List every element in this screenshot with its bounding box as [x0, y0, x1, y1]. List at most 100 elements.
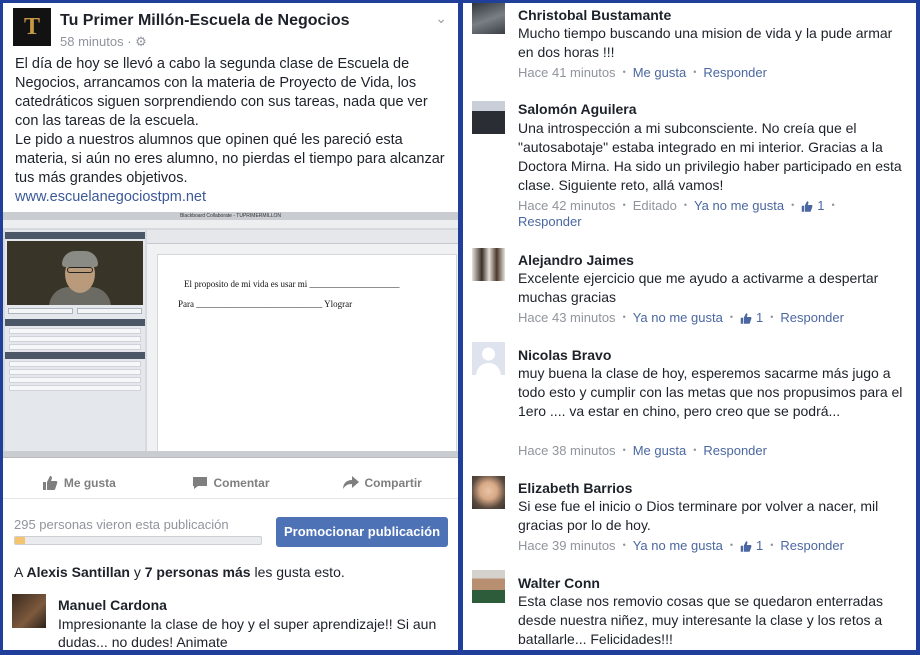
- likes-suffix: les gusta esto.: [250, 564, 345, 580]
- comment-like-link[interactable]: Me gusta: [633, 65, 686, 80]
- avatar[interactable]: [472, 342, 505, 375]
- promo-box: 295 personas vieron esta publicación Pro…: [14, 514, 459, 552]
- comment-time[interactable]: Hace 39 minutos: [518, 538, 616, 553]
- post-time-label[interactable]: 58 minutos: [60, 34, 124, 49]
- like-count: 1: [755, 538, 764, 553]
- avatar[interactable]: [472, 3, 505, 34]
- comment-unlike-link[interactable]: Ya no me gusta: [633, 538, 723, 553]
- comment-reply-link[interactable]: Responder: [518, 214, 582, 229]
- commenter-name[interactable]: Elizabeth Barrios: [518, 480, 632, 496]
- globe-icon: ⚙: [135, 34, 147, 49]
- likes-summary: A Alexis Santillan y 7 personas más les …: [14, 564, 345, 580]
- image-whiteboard-toolbar: [147, 230, 458, 244]
- comment-time[interactable]: Hace 42 minutos: [518, 198, 616, 213]
- post-actions: Me gusta Comentar Compartir: [3, 468, 458, 498]
- image-whiteboard-page: El proposito de mi vida es usar mi _____…: [157, 254, 457, 457]
- video-person-hair: [62, 251, 98, 267]
- likes-prefix: A: [14, 564, 27, 580]
- image-participants-header: [5, 319, 145, 326]
- image-menubar: [3, 220, 458, 228]
- image-whiteboard: El proposito de mi vida es usar mi _____…: [147, 230, 458, 457]
- comment-like-count[interactable]: 1: [740, 310, 763, 325]
- comment-like-count[interactable]: 1: [801, 198, 824, 213]
- share-icon: [342, 476, 359, 489]
- share-label: Compartir: [364, 476, 422, 490]
- comment-unlike-link[interactable]: Ya no me gusta: [694, 198, 784, 213]
- comments-panel: Christobal Bustamante Mucho tiempo busca…: [463, 3, 916, 650]
- image-statusbar: [3, 451, 458, 457]
- comment-text: Esta clase nos removio cosas que se qued…: [518, 593, 883, 647]
- comment-text: Si ese fue el inicio o Dios terminare po…: [518, 498, 879, 533]
- page-name[interactable]: Tu Primer Millón-Escuela de Negocios: [60, 12, 350, 30]
- thumbs-up-icon: [801, 201, 813, 212]
- comment-label: Comentar: [213, 476, 270, 490]
- image-participant-row: [9, 344, 141, 350]
- comment-meta: Hace 42 minutos • Editado • Ya no me gusta • 1…: [518, 198, 835, 229]
- comment-like-link[interactable]: Me gusta: [633, 443, 686, 458]
- whiteboard-line-2-suffix: Ylograr: [324, 299, 353, 309]
- reach-progress-fill: [15, 537, 25, 544]
- comment-meta: Hace 43 minutos • Ya no me gusta • 1 • Respond…: [518, 310, 844, 325]
- image-chat-row: [9, 369, 141, 375]
- image-chat-header: [5, 352, 145, 359]
- post-header: T Tu Primer Millón-Escuela de Negocios 5…: [13, 8, 453, 52]
- avatar[interactable]: [472, 101, 505, 134]
- promote-post-button[interactable]: Promocionar publicación: [276, 517, 448, 547]
- like-count: 1: [817, 198, 825, 213]
- comment-reply-link[interactable]: Responder: [780, 538, 844, 553]
- whiteboard-line-2-prefix: Para: [178, 299, 194, 309]
- comment-unlike-link[interactable]: Ya no me gusta: [633, 310, 723, 325]
- comment-text: Impresionante la clase de hoy y el super…: [58, 616, 437, 650]
- likes-others[interactable]: 7 personas más: [145, 564, 251, 580]
- comment-icon: [192, 477, 207, 489]
- post-link[interactable]: www.escuelanegociostpm.net: [15, 188, 451, 207]
- comment-reply-link[interactable]: Responder: [780, 310, 844, 325]
- avatar[interactable]: [472, 248, 505, 281]
- post-text: El día de hoy se llevó a cabo la segunda…: [15, 55, 451, 207]
- likes-mid: y: [129, 564, 145, 580]
- comment-reply-link[interactable]: Responder: [703, 65, 767, 80]
- video-person-glasses: [67, 267, 93, 273]
- reach-progress-bar: [14, 536, 262, 545]
- separator-dot: ·: [127, 34, 136, 49]
- comment-meta: Hace 38 minutos • Me gusta • Responder: [518, 443, 767, 458]
- page-avatar[interactable]: T: [13, 8, 51, 46]
- avatar[interactable]: [12, 594, 46, 628]
- divider: [3, 498, 458, 499]
- post-image[interactable]: Blackboard Collaborate - TUPRIMERMILLON …: [3, 212, 458, 458]
- thumbs-up-icon: [740, 541, 752, 552]
- whiteboard-line-2: Para ____________________________ Ylogra…: [178, 299, 353, 309]
- commenter-name[interactable]: Walter Conn: [518, 575, 600, 591]
- comment-meta: Hace 41 minutos • Me gusta • Responder: [518, 65, 767, 80]
- comment-edited[interactable]: Editado: [633, 198, 677, 213]
- like-button[interactable]: Me gusta: [3, 468, 155, 498]
- commenter-name[interactable]: Nicolas Bravo: [518, 347, 611, 363]
- chevron-down-icon[interactable]: ⌄: [435, 10, 447, 27]
- comment-button[interactable]: Comentar: [155, 468, 307, 498]
- image-participant-row: [9, 336, 141, 342]
- comment-time[interactable]: Hace 38 minutos: [518, 443, 616, 458]
- commenter-name[interactable]: Christobal Bustamante: [518, 7, 671, 23]
- comment-like-count[interactable]: 1: [740, 538, 763, 553]
- image-participant-row: [9, 328, 141, 334]
- post-time[interactable]: 58 minutos · ⚙: [60, 34, 147, 50]
- avatar[interactable]: [472, 570, 505, 603]
- avatar[interactable]: [472, 476, 505, 509]
- comment-time[interactable]: Hace 43 minutos: [518, 310, 616, 325]
- share-button[interactable]: Compartir: [306, 468, 458, 498]
- like-count: 1: [755, 310, 764, 325]
- commenter-name[interactable]: Manuel Cardona: [58, 597, 167, 613]
- comment-text: Una introspección a mi subconsciente. No…: [518, 120, 902, 193]
- commenter-name[interactable]: Alejandro Jaimes: [518, 252, 634, 268]
- liker-name[interactable]: Alexis Santillan: [26, 564, 129, 580]
- comment-text: muy buena la clase de hoy, esperemos sac…: [518, 365, 903, 419]
- comment-time[interactable]: Hace 41 minutos: [518, 65, 616, 80]
- post-paragraph-1: El día de hoy se llevó a cabo la segunda…: [15, 56, 428, 129]
- comment-text: Excelente ejercicio que me ayudo a activ…: [518, 270, 879, 305]
- image-chat-row: [9, 385, 141, 391]
- comment-reply-link[interactable]: Responder: [703, 443, 767, 458]
- commenter-name[interactable]: Salomón Aguilera: [518, 101, 637, 117]
- whiteboard-line-1: El proposito de mi vida es usar mi _____…: [184, 279, 400, 289]
- image-sidebar-header: [5, 232, 145, 239]
- image-chat-row: [9, 377, 141, 383]
